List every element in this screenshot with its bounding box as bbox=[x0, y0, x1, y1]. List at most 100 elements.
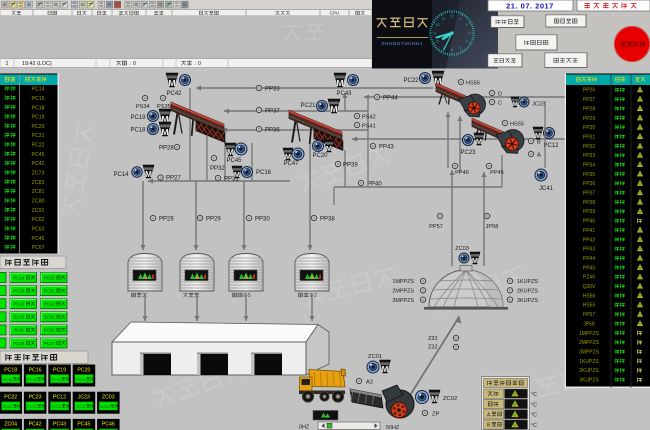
svg-text:PC62: PC62 bbox=[32, 217, 45, 223]
svg-text:°C: °C bbox=[531, 392, 537, 398]
svg-text:M: M bbox=[326, 144, 332, 153]
svg-text:PC23: PC23 bbox=[460, 150, 476, 156]
svg-text:6: 6 bbox=[451, 48, 453, 52]
svg-text:PC42: PC42 bbox=[32, 161, 45, 167]
svg-text:PP27: PP27 bbox=[583, 97, 595, 103]
svg-text:PC47: PC47 bbox=[283, 161, 299, 167]
svg-text:: 0: : 0 bbox=[130, 61, 136, 67]
svg-text:PC16: PC16 bbox=[44, 275, 56, 280]
svg-text:2MPPZS: 2MPPZS bbox=[579, 340, 600, 346]
svg-text:PP38: PP38 bbox=[583, 200, 595, 206]
svg-text:PP38: PP38 bbox=[320, 216, 335, 222]
svg-text:PC21: PC21 bbox=[44, 288, 56, 293]
svg-text:M: M bbox=[234, 170, 240, 179]
svg-text:PP36: PP36 bbox=[265, 128, 280, 134]
svg-text:HS55: HS55 bbox=[583, 303, 596, 309]
svg-text:JC23: JC23 bbox=[78, 395, 90, 401]
svg-text:50HZ: 50HZ bbox=[386, 425, 400, 430]
svg-text:PC47: PC47 bbox=[44, 341, 56, 346]
svg-text:PC12: PC12 bbox=[543, 143, 559, 149]
svg-text:10: 10 bbox=[436, 23, 440, 27]
svg-text:PP45: PP45 bbox=[583, 265, 595, 271]
svg-text:PC19: PC19 bbox=[32, 115, 45, 121]
svg-text:PP43: PP43 bbox=[583, 247, 595, 253]
svg-text:PC20: PC20 bbox=[13, 288, 25, 293]
svg-text:PC45: PC45 bbox=[13, 341, 25, 346]
svg-text:PC12: PC12 bbox=[52, 405, 62, 409]
svg-text:PP36: PP36 bbox=[583, 181, 595, 187]
svg-text:19:42 (LOC): 19:42 (LOC) bbox=[22, 61, 52, 67]
svg-text:ZC02: ZC02 bbox=[443, 396, 457, 402]
svg-text:M: M bbox=[330, 104, 337, 114]
svg-text:PC16: PC16 bbox=[256, 170, 272, 176]
svg-text:1-2: 1-2 bbox=[310, 293, 317, 299]
svg-text:JC23: JC23 bbox=[76, 405, 85, 409]
svg-text:PC43: PC43 bbox=[336, 91, 352, 97]
svg-text:PC20: PC20 bbox=[77, 367, 90, 373]
svg-text:PP57: PP57 bbox=[583, 312, 595, 318]
svg-text:5: 5 bbox=[459, 46, 461, 50]
svg-text:PC22: PC22 bbox=[13, 302, 25, 307]
svg-text:HS56: HS56 bbox=[583, 293, 596, 299]
svg-text:ZHONGYUCHILI: ZHONGYUCHILI bbox=[381, 41, 423, 47]
svg-text:PC19: PC19 bbox=[52, 378, 62, 382]
svg-text:PP37: PP37 bbox=[583, 191, 595, 197]
svg-text:PC22: PC22 bbox=[403, 78, 419, 84]
svg-text:ZC01: ZC01 bbox=[368, 354, 382, 360]
svg-text:°C: °C bbox=[531, 423, 537, 429]
svg-text:PP32: PP32 bbox=[210, 166, 225, 172]
svg-text:ZC03: ZC03 bbox=[102, 395, 115, 401]
svg-text:ZC03: ZC03 bbox=[455, 246, 469, 252]
svg-text:PC19: PC19 bbox=[53, 367, 66, 373]
svg-text:M: M bbox=[512, 101, 517, 108]
svg-text:Q20V: Q20V bbox=[583, 284, 596, 290]
svg-text:PC63: PC63 bbox=[32, 227, 45, 233]
svg-text:21. 07. 2017: 21. 07. 2017 bbox=[506, 1, 554, 10]
svg-text:PP37: PP37 bbox=[265, 109, 280, 115]
svg-text:M: M bbox=[145, 170, 152, 179]
svg-text:PP28: PP28 bbox=[583, 106, 595, 112]
svg-text:11: 11 bbox=[442, 17, 446, 21]
svg-text:PC16: PC16 bbox=[27, 378, 37, 382]
svg-text:M: M bbox=[227, 148, 234, 157]
svg-text:PC67: PC67 bbox=[32, 245, 45, 251]
svg-text:PS42: PS42 bbox=[362, 114, 376, 120]
svg-text:CPU: CPU bbox=[330, 10, 340, 15]
svg-text:D: D bbox=[498, 91, 502, 97]
svg-text:3KUPZS: 3KUPZS bbox=[579, 378, 599, 384]
svg-text:JP58: JP58 bbox=[486, 224, 499, 230]
svg-text:PC22: PC22 bbox=[3, 405, 13, 409]
svg-text:PC22: PC22 bbox=[4, 395, 17, 401]
svg-text:PC45: PC45 bbox=[32, 152, 45, 158]
svg-text:PP39: PP39 bbox=[583, 209, 595, 215]
svg-text:PP29: PP29 bbox=[206, 216, 221, 222]
svg-text:PC23: PC23 bbox=[29, 395, 42, 401]
svg-text:9: 9 bbox=[434, 31, 436, 35]
svg-text:M: M bbox=[168, 78, 175, 88]
svg-text:1: 1 bbox=[6, 61, 9, 67]
svg-text:PP31: PP31 bbox=[583, 134, 595, 140]
svg-text:3: 3 bbox=[468, 31, 470, 35]
svg-text:PC42: PC42 bbox=[166, 91, 182, 97]
svg-text:4: 4 bbox=[466, 40, 468, 44]
svg-text:PP42: PP42 bbox=[583, 237, 595, 243]
svg-text:: 0: : 0 bbox=[195, 61, 201, 67]
svg-text:PP39: PP39 bbox=[343, 163, 358, 169]
svg-text:PC12: PC12 bbox=[53, 395, 66, 401]
svg-text:ZC83: ZC83 bbox=[32, 180, 45, 186]
svg-text:ZC04: ZC04 bbox=[4, 422, 17, 428]
svg-text:PP32: PP32 bbox=[583, 144, 595, 150]
svg-text:HS56: HS56 bbox=[466, 80, 480, 86]
svg-text:2: 2 bbox=[466, 23, 468, 27]
svg-text:A2: A2 bbox=[366, 379, 373, 385]
svg-text:ZC02: ZC02 bbox=[44, 315, 55, 320]
svg-text:C: C bbox=[498, 100, 502, 106]
svg-text:M: M bbox=[382, 365, 389, 374]
svg-text:PC45: PC45 bbox=[226, 158, 242, 164]
svg-text:JC41: JC41 bbox=[539, 186, 554, 192]
svg-text:M: M bbox=[336, 78, 343, 88]
svg-text:ZP: ZP bbox=[432, 412, 440, 418]
svg-text:Z31: Z31 bbox=[428, 336, 438, 342]
svg-text:PP44: PP44 bbox=[583, 256, 595, 262]
svg-text:B: B bbox=[537, 139, 541, 145]
